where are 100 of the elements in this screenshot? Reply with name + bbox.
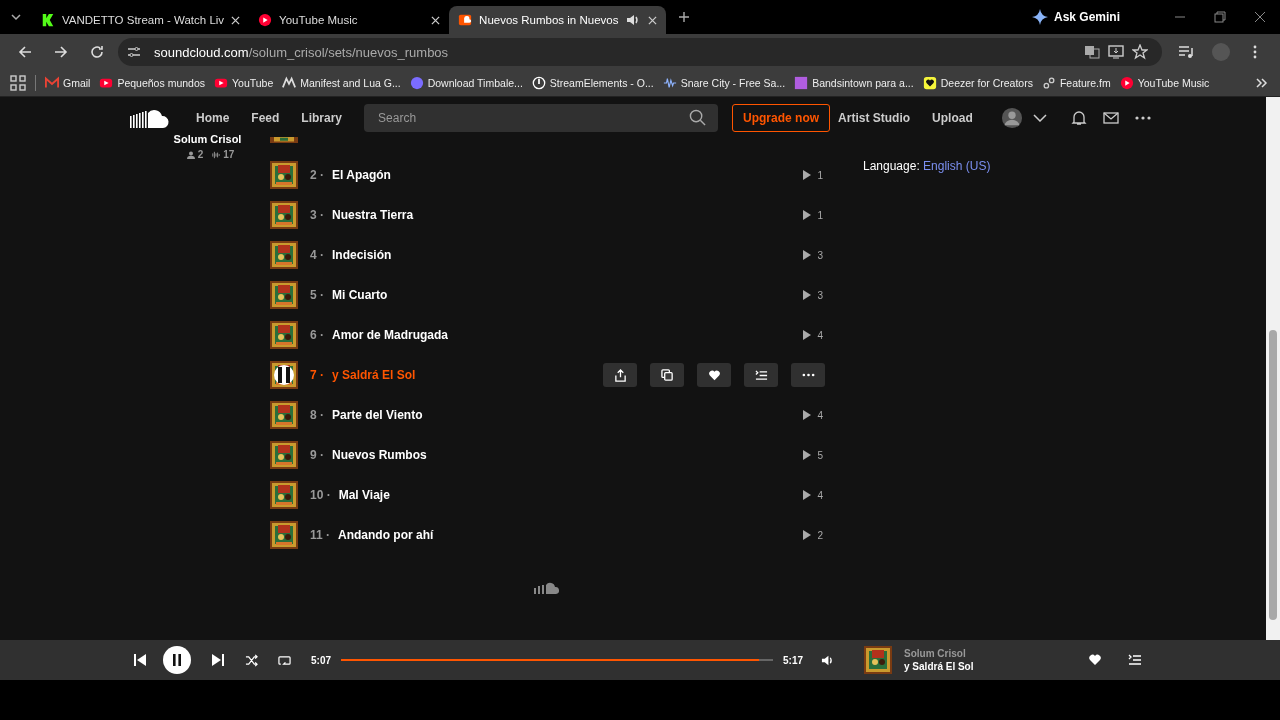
- play-icon: [803, 210, 812, 220]
- track-title[interactable]: Mi Cuarto: [332, 288, 388, 302]
- more-bookmarks-icon[interactable]: [1254, 76, 1268, 90]
- track-row[interactable]: 10 · Mal Viaje 4: [270, 475, 825, 515]
- next-icon[interactable]: [211, 653, 225, 667]
- back-icon[interactable]: [18, 45, 32, 59]
- track-title[interactable]: El Apagón: [332, 168, 391, 182]
- play-icon: [214, 76, 228, 90]
- share-button[interactable]: [603, 363, 637, 387]
- translate-icon[interactable]: [1084, 44, 1100, 60]
- track-title[interactable]: Mal Viaje: [338, 488, 390, 502]
- apps-icon[interactable]: [10, 75, 26, 91]
- track-row[interactable]: 9 · Nuevos Rumbos 5: [270, 435, 825, 475]
- track-title[interactable]: y Saldrá El Sol: [332, 368, 416, 382]
- nav-link[interactable]: Upload: [932, 111, 973, 125]
- install-icon[interactable]: [1108, 44, 1124, 60]
- star-icon[interactable]: [1132, 44, 1148, 60]
- play-count: 5: [817, 449, 823, 461]
- ask-gemini-button[interactable]: Ask Gemini: [1031, 9, 1120, 25]
- copy-icon: [660, 368, 674, 382]
- track-title[interactable]: Andando por ahí: [338, 528, 434, 542]
- play-count: 3: [817, 249, 823, 261]
- bookmark[interactable]: Gmail: [45, 76, 91, 90]
- play-icon: [803, 290, 812, 300]
- track-count: 17: [223, 149, 235, 160]
- close-icon[interactable]: [648, 15, 658, 25]
- queue-icon[interactable]: [1128, 653, 1143, 667]
- browser-tab[interactable]: VANDETTO Stream - Watch Liv: [32, 6, 250, 34]
- copy-button[interactable]: [650, 363, 684, 387]
- upgrade-button[interactable]: Upgrade now: [732, 104, 831, 132]
- like-button[interactable]: [697, 363, 731, 387]
- previous-icon[interactable]: [133, 653, 147, 667]
- nav-link[interactable]: Artist Studio: [838, 111, 911, 125]
- restore-icon[interactable]: [1214, 11, 1226, 23]
- nav-link[interactable]: Home: [196, 111, 230, 125]
- scrollbar[interactable]: [1266, 97, 1280, 640]
- track-row[interactable]: 4 · Indecisión 3: [270, 235, 825, 275]
- search-field[interactable]: Search: [364, 104, 719, 132]
- language-link[interactable]: English (US): [923, 159, 991, 173]
- close-icon[interactable]: [431, 15, 441, 25]
- artist-link[interactable]: Solum Crisol: [904, 648, 1089, 659]
- artist-name[interactable]: Solum Crisol: [173, 133, 242, 145]
- address-bar[interactable]: soundcloud.com/solum_crisol/sets/nuevos_rumbos: [118, 38, 1162, 66]
- bookmark[interactable]: Deezer for Creators: [922, 76, 1033, 90]
- caret-icon[interactable]: [10, 11, 22, 23]
- new-tab-icon[interactable]: [678, 11, 691, 23]
- pause-icon: [172, 654, 182, 666]
- bookmark[interactable]: Manifest and Lua G...: [282, 76, 401, 90]
- bookmark[interactable]: Bandsintown para a...: [794, 76, 914, 90]
- play-count: 1: [817, 209, 823, 221]
- forward-icon[interactable]: [54, 45, 68, 59]
- site-settings-icon[interactable]: [126, 44, 142, 60]
- bookmark[interactable]: Download Timbale...: [409, 76, 523, 90]
- track-title[interactable]: Nuevos Rumbos: [332, 448, 427, 462]
- track-title[interactable]: Amor de Madrugada: [332, 328, 449, 342]
- followers-icon: [186, 149, 195, 160]
- reload-icon[interactable]: [90, 45, 104, 59]
- pause-button[interactable]: [163, 646, 191, 674]
- track-title[interactable]: Nuestra Tierra: [332, 208, 414, 222]
- bookmark[interactable]: YouTube Music: [1119, 76, 1210, 90]
- track-row[interactable]: 3 · Nuestra Tierra 1: [270, 195, 825, 235]
- track-title[interactable]: Indecisión: [332, 248, 392, 262]
- caret-icon[interactable]: [1032, 114, 1047, 122]
- track-row[interactable]: 8 · Parte del Viento 4: [270, 395, 825, 435]
- bookmark[interactable]: Feature.fm: [1041, 76, 1111, 90]
- close-icon[interactable]: [1254, 11, 1266, 23]
- track-number: 2 ·: [310, 168, 324, 182]
- mail-icon[interactable]: [1102, 110, 1119, 126]
- track-row[interactable]: 7 · y Saldrá El Sol: [270, 355, 825, 395]
- play-icon: [803, 490, 812, 500]
- more-icon[interactable]: [1134, 116, 1151, 120]
- media-icon[interactable]: [1178, 44, 1194, 60]
- browser-tab[interactable]: Nuevos Rumbos in Nuevos: [449, 6, 667, 34]
- search-icon[interactable]: [689, 109, 707, 126]
- track-title[interactable]: Parte del Viento: [332, 408, 423, 422]
- track-number: 7 ·: [310, 368, 324, 382]
- avatar-icon[interactable]: [1000, 107, 1023, 129]
- track-link[interactable]: y Saldrá El Sol: [904, 661, 1089, 672]
- bookmark[interactable]: Pequeños mundos: [99, 76, 205, 90]
- track-row[interactable]: 6 · Amor de Madrugada 4: [270, 315, 825, 355]
- add-to-queue-button[interactable]: [744, 363, 778, 387]
- bookmark[interactable]: Snare City - Free Sa...: [662, 76, 786, 90]
- like-icon[interactable]: [1088, 653, 1103, 667]
- nav-link[interactable]: Feed: [251, 111, 280, 125]
- repeat-icon[interactable]: [278, 653, 291, 667]
- track-row[interactable]: 2 · El Apagón 1: [270, 155, 825, 195]
- language-setting: Language: English (US): [863, 159, 991, 173]
- k-logo-icon: [41, 13, 55, 27]
- track-row[interactable]: 5 · Mi Cuarto 3: [270, 275, 825, 315]
- bookmark[interactable]: YouTube: [214, 76, 274, 90]
- close-icon[interactable]: [231, 15, 241, 25]
- track-row[interactable]: 11 · Andando por ahí 2: [270, 515, 825, 555]
- bookmark[interactable]: StreamElements - O...: [531, 76, 654, 90]
- bell-icon[interactable]: [1070, 110, 1087, 126]
- play-count: 4: [817, 489, 823, 501]
- play-count: 4: [817, 329, 823, 341]
- browser-tab[interactable]: YouTube Music: [249, 6, 450, 34]
- nav-link[interactable]: Library: [301, 111, 343, 125]
- more-button[interactable]: [791, 363, 825, 387]
- shuffle-icon[interactable]: [245, 653, 258, 667]
